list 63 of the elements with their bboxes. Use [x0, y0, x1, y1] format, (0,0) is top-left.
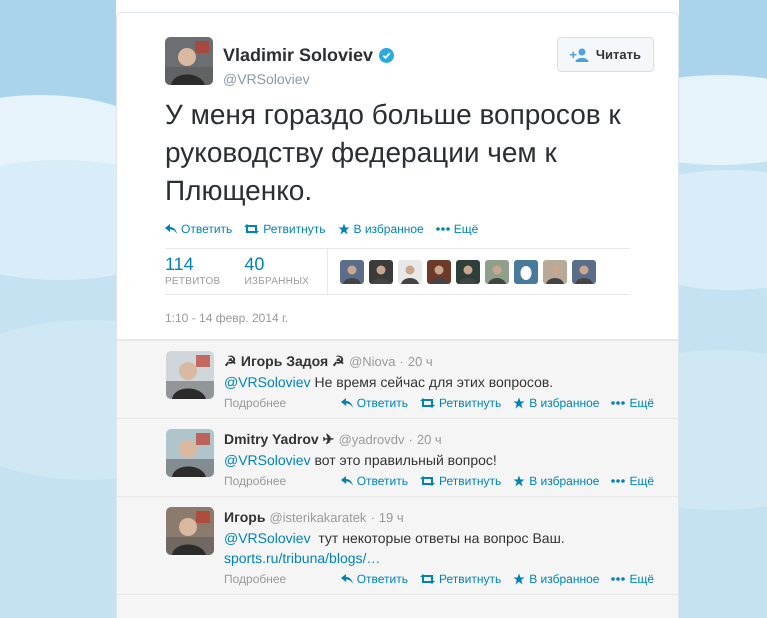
more-icon: [436, 227, 450, 231]
mention-link[interactable]: @VRSoloviev: [224, 530, 311, 546]
more-icon: [611, 577, 626, 581]
tweet-action[interactable]: Ретвитнуть: [420, 472, 502, 490]
tweet-action[interactable]: В избранное: [338, 220, 424, 238]
tweet-action[interactable]: Ещё: [611, 394, 654, 412]
retweet-icon: [420, 574, 435, 584]
tweet-action[interactable]: В избранное: [513, 472, 600, 490]
egg-avatar-icon[interactable]: [514, 260, 538, 284]
retweet-icon: [244, 224, 260, 234]
reply-icon: [340, 476, 353, 486]
reply-text: вот это правильный вопрос!: [313, 452, 497, 468]
tweet-action[interactable]: В избранное: [513, 570, 600, 588]
star-icon: [338, 223, 350, 235]
user-name[interactable]: Игорь: [224, 507, 266, 528]
star-icon: [513, 475, 526, 487]
separator-dot: ·: [400, 353, 404, 371]
add-user-icon: [570, 48, 590, 62]
details-link[interactable]: Подробнее: [224, 394, 286, 412]
more-icon: [611, 401, 626, 405]
reply-icon: [340, 574, 353, 584]
tweet-text: У меня гораздо больше вопросов к руководству федерации чем к Плющенко.: [165, 98, 622, 208]
reply-text: Не время сейчас для этих вопросов.: [313, 374, 554, 390]
star-icon: [513, 397, 526, 409]
details-link[interactable]: Подробнее: [224, 472, 286, 490]
reply-icon: [340, 398, 353, 408]
tweet-action[interactable]: Ещё: [611, 472, 654, 490]
user-name[interactable]: Dmitry Yadrov ✈: [224, 429, 335, 450]
mention-link[interactable]: @VRSoloviev: [224, 374, 311, 390]
tweet-action[interactable]: Ещё: [436, 220, 478, 238]
stat-link[interactable]: 114 РЕТВИТОВ: [165, 254, 220, 289]
user-handle[interactable]: @VRSoloviev: [223, 69, 557, 90]
tweet-action[interactable]: Ретвитнуть: [244, 220, 326, 238]
reply-icon: [165, 224, 177, 234]
tweet-action[interactable]: Ответить: [165, 220, 232, 238]
star-icon: [513, 573, 526, 585]
retweet-icon: [420, 476, 435, 486]
tweet-date[interactable]: 1:10 - 14 февр. 2014 г.: [165, 309, 630, 339]
reply-time[interactable]: 19 ч: [378, 508, 404, 528]
stat-link[interactable]: 40 ИЗБРАННЫХ: [244, 254, 310, 289]
more-icon: [611, 479, 626, 483]
user-name[interactable]: Vladimir Soloviev: [223, 42, 374, 69]
retweet-icon: [420, 398, 435, 408]
reply-time[interactable]: 20 ч: [408, 352, 433, 372]
user-handle[interactable]: @isterikakaratek: [269, 508, 366, 528]
tweet-action[interactable]: В избранное: [513, 394, 600, 412]
tweet-action[interactable]: Ретвитнуть: [420, 394, 502, 412]
separator-dot: ·: [370, 509, 375, 527]
follow-button[interactable]: Читать: [556, 37, 654, 72]
details-link[interactable]: Подробнее: [224, 570, 286, 588]
mention-link[interactable]: @VRSoloviev: [224, 452, 311, 468]
separator-dot: ·: [408, 431, 413, 449]
tweet-action[interactable]: Ответить: [340, 394, 408, 412]
tweet-action[interactable]: Ретвитнуть: [420, 570, 502, 588]
tweet-action[interactable]: Ответить: [340, 472, 408, 490]
user-handle[interactable]: @Niova: [349, 352, 396, 372]
user-handle[interactable]: @yadrovdv: [338, 430, 405, 450]
reply-text: тут некоторые ответы на вопрос Ваш.: [317, 530, 565, 546]
tweet-action[interactable]: Ещё: [611, 570, 654, 588]
user-name[interactable]: ☭ Игорь Задоя ☭: [224, 351, 346, 372]
url-link[interactable]: sports.ru/tribuna/blogs/…: [224, 550, 380, 566]
reply-time[interactable]: 20 ч: [416, 430, 442, 450]
tweet-action[interactable]: Ответить: [340, 570, 408, 588]
